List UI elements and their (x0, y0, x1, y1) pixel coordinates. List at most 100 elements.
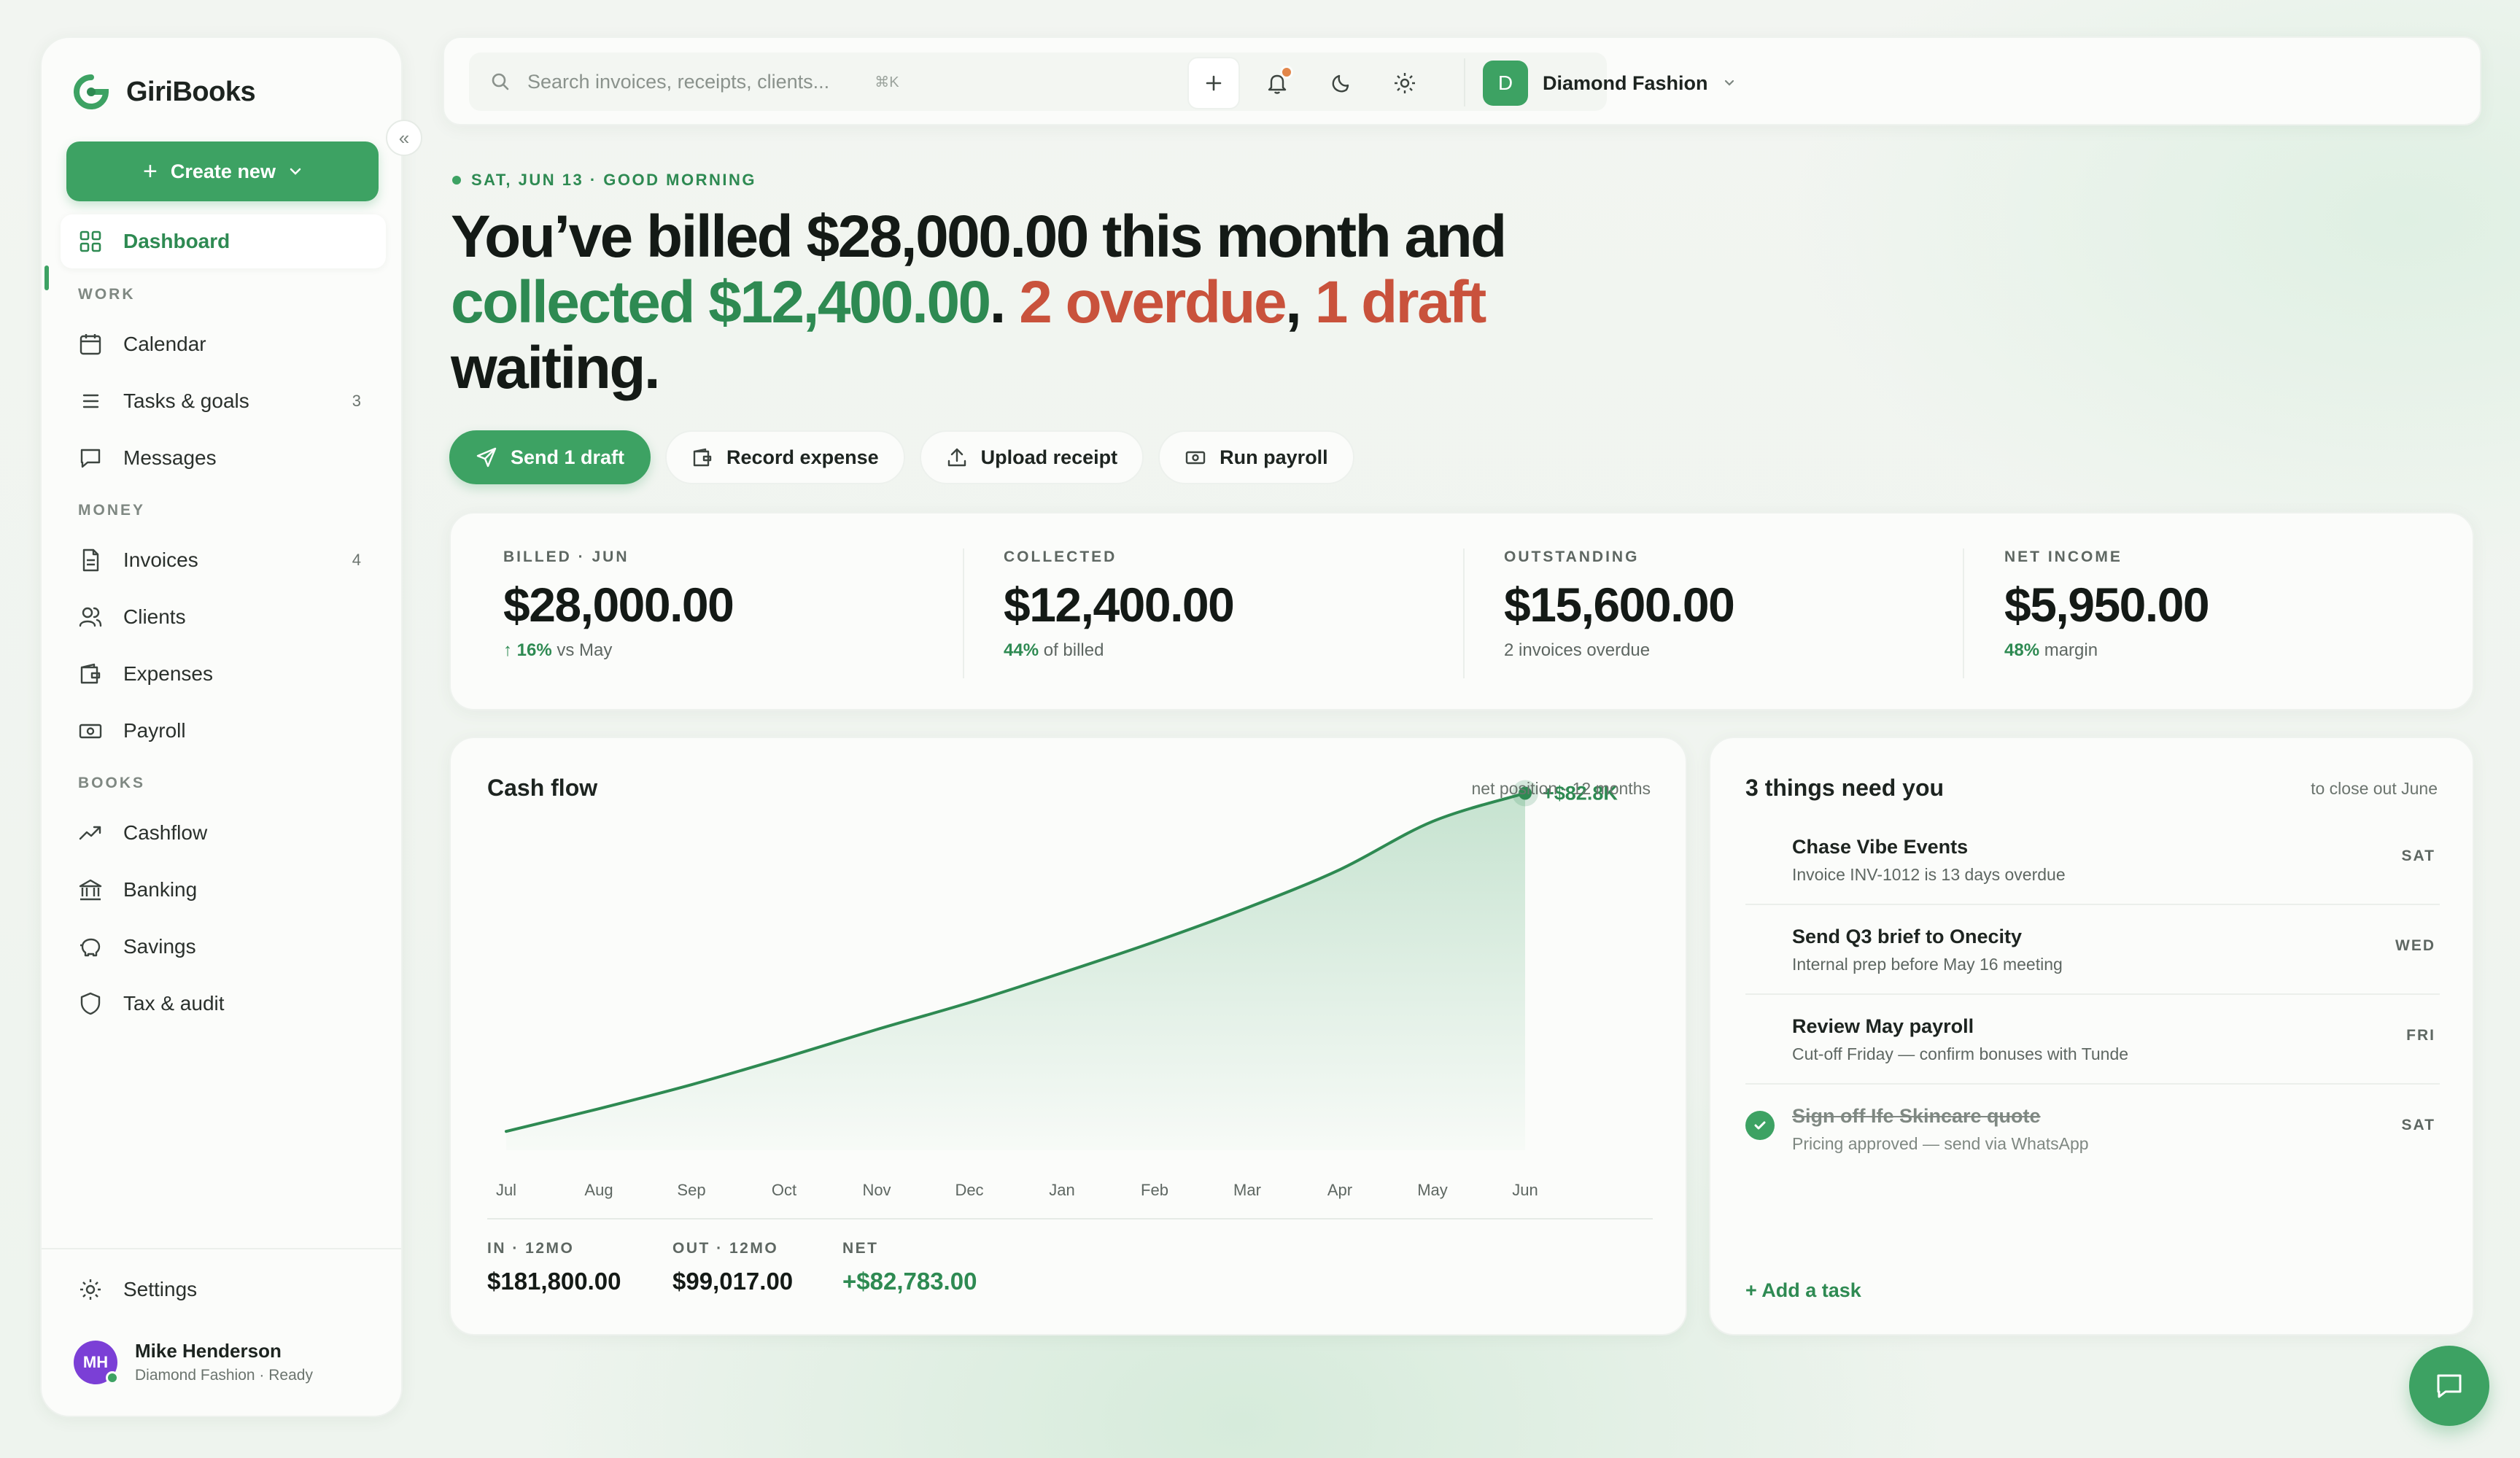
sidebar-item-payroll[interactable]: Payroll (61, 704, 386, 758)
task-title: Chase Vibe Events (1792, 836, 1969, 858)
stat-outstanding: OUTSTANDING $15,600.00 2 invoices overdu… (1504, 548, 1971, 661)
banknote-icon (79, 724, 102, 739)
collapse-sidebar-button[interactable]: « (386, 120, 422, 156)
x-tick-label: Feb (1141, 1181, 1168, 1199)
banknote-icon (1185, 451, 1206, 465)
sidebar-item-label: Expenses (123, 662, 213, 685)
section-label-money: MONEY (78, 502, 146, 519)
sidebar-item-cashflow[interactable]: Cashflow (61, 806, 386, 860)
avatar-initials: MH (82, 1352, 109, 1371)
sidebar-item-expenses[interactable]: Expenses (61, 647, 386, 701)
task-title: Review May payroll (1792, 1015, 1974, 1037)
upload-receipt-button[interactable]: Upload receipt (919, 430, 1144, 484)
add-task-link[interactable]: + Add a task (1745, 1279, 1861, 1302)
brand-name: GiriBooks (126, 76, 256, 107)
x-tick-label: Mar (1233, 1181, 1261, 1199)
task-checkbox[interactable] (1745, 1111, 1775, 1140)
account-badge: D (1483, 61, 1528, 106)
calendar-icon (80, 334, 101, 355)
total-label: IN · 12MO (487, 1240, 575, 1257)
notifications-button[interactable] (1251, 57, 1303, 109)
stat-net-income: NET INCOME $5,950.00 48% margin (2004, 548, 2471, 661)
x-tick-label: Jan (1049, 1181, 1074, 1199)
task-item[interactable]: Chase Vibe Events Invoice INV-1012 is 13… (1745, 815, 2440, 905)
tasks-title: 3 things need you (1745, 775, 1945, 801)
send-draft-button[interactable]: Send 1 draft (449, 430, 651, 484)
section-label-books: BOOKS (78, 775, 146, 791)
stat-label: OUTSTANDING (1504, 548, 1640, 565)
total-value: +$82,783.00 (842, 1268, 977, 1295)
sidebar-item-invoices[interactable]: Invoices 4 (61, 533, 386, 587)
x-tick-label: Nov (862, 1181, 891, 1199)
task-subtitle: Pricing approved — send via WhatsApp (1792, 1134, 2089, 1153)
total-net: NET +$82,783.00 (842, 1240, 977, 1295)
sidebar-item-clients[interactable]: Clients (61, 590, 386, 644)
task-item-completed[interactable]: Sign off Ife Skincare quote Pricing appr… (1745, 1085, 2440, 1174)
sidebar-item-dashboard[interactable]: Dashboard (61, 214, 386, 268)
double-chevron-left-icon: « (398, 126, 410, 149)
x-tick-label: Aug (584, 1181, 613, 1199)
greeting: SAT, JUN 13 · GOOD MORNING (452, 171, 756, 190)
sidebar-item-tax[interactable]: Tax & audit (61, 977, 386, 1031)
sidebar-item-tasks[interactable]: Tasks & goals 3 (61, 374, 386, 428)
add-button[interactable] (1187, 57, 1240, 109)
stat-sub: 2 invoices overdue (1504, 640, 1971, 661)
sidebar-item-label: Clients (123, 605, 186, 628)
stat-divider (1963, 548, 1964, 678)
cashflow-note: net position · 12 months (1471, 779, 1651, 798)
stat-note: of billed (1039, 640, 1104, 660)
stat-sub: ↑ 16% vs May (503, 640, 970, 661)
create-new-button[interactable]: + Create new (66, 141, 379, 201)
send-icon (476, 447, 497, 468)
search-placeholder: Search invoices, receipts, clients... (527, 70, 830, 93)
task-item[interactable]: Send Q3 brief to Onecity Internal prep b… (1745, 905, 2440, 995)
hero-text: . (989, 269, 1020, 336)
sidebar-item-banking[interactable]: Banking (61, 863, 386, 917)
sidebar-item-label: Dashboard (123, 230, 230, 252)
sidebar-item-savings[interactable]: Savings (61, 920, 386, 974)
task-item[interactable]: Review May payroll Cut-off Friday — conf… (1745, 995, 2440, 1085)
stat-value: $12,400.00 (1004, 578, 1235, 632)
total-label: NET (842, 1240, 879, 1257)
sidebar-item-messages[interactable]: Messages (61, 431, 386, 485)
create-new-label: Create new (170, 160, 276, 182)
task-title: Sign off Ife Skincare quote (1792, 1105, 2041, 1127)
invoices-count: 4 (352, 551, 361, 569)
gear-icon (1395, 73, 1415, 93)
theme-toggle-button[interactable] (1315, 57, 1368, 109)
wallet-icon (693, 448, 712, 467)
sidebar-item-label: Cashflow (123, 821, 208, 844)
stat-highlight: 48% (2004, 640, 2040, 660)
record-expense-button[interactable]: Record expense (665, 430, 905, 484)
brand[interactable]: GiriBooks (72, 73, 256, 111)
search-icon (492, 73, 509, 90)
task-day: FRI (2406, 1027, 2435, 1044)
settings-button[interactable] (1379, 57, 1431, 109)
moon-icon (1332, 74, 1349, 93)
x-tick-label: Apr (1327, 1181, 1352, 1199)
chevron-down-icon (1724, 80, 1734, 86)
x-tick-label: Jun (1512, 1181, 1538, 1199)
cashflow-chart: +$82.8KJul Aug Sep Oct Nov Dec Jan Feb Mar Apr May… (496, 780, 1618, 1199)
run-payroll-button[interactable]: Run payroll (1158, 430, 1354, 484)
task-day: SAT (2401, 1117, 2435, 1133)
account-switcher[interactable]: D Diamond Fashion (1476, 57, 1743, 109)
task-subtitle: Internal prep before May 16 meeting (1792, 955, 2063, 974)
chat-button[interactable] (2409, 1346, 2489, 1426)
sidebar-item-settings[interactable]: Settings (61, 1263, 386, 1317)
hero-text: , (1285, 269, 1315, 336)
user-subtitle: Diamond Fashion · Ready (135, 1367, 313, 1384)
stat-sub: 48% margin (2004, 640, 2471, 661)
upload-icon (947, 448, 966, 467)
x-tick-label: Oct (772, 1181, 796, 1199)
document-icon (82, 548, 99, 572)
sidebar-item-calendar[interactable]: Calendar (61, 317, 386, 371)
search-input[interactable]: Search invoices, receipts, clients... ⌘K (469, 53, 1607, 111)
hero-draft: 1 draft (1314, 269, 1487, 336)
online-status-dot (106, 1370, 119, 1384)
user-profile[interactable]: MH Mike Henderson Diamond Fashion · Read… (74, 1340, 313, 1384)
greeting-text: SAT, JUN 13 · GOOD MORNING (471, 171, 756, 189)
stat-divider (963, 548, 964, 678)
stats-card: BILLED · JUN $28,000.00 ↑ 16% vs May COL… (449, 512, 2474, 710)
quick-actions: Send 1 draft Record expense Upload recei… (449, 430, 1354, 484)
